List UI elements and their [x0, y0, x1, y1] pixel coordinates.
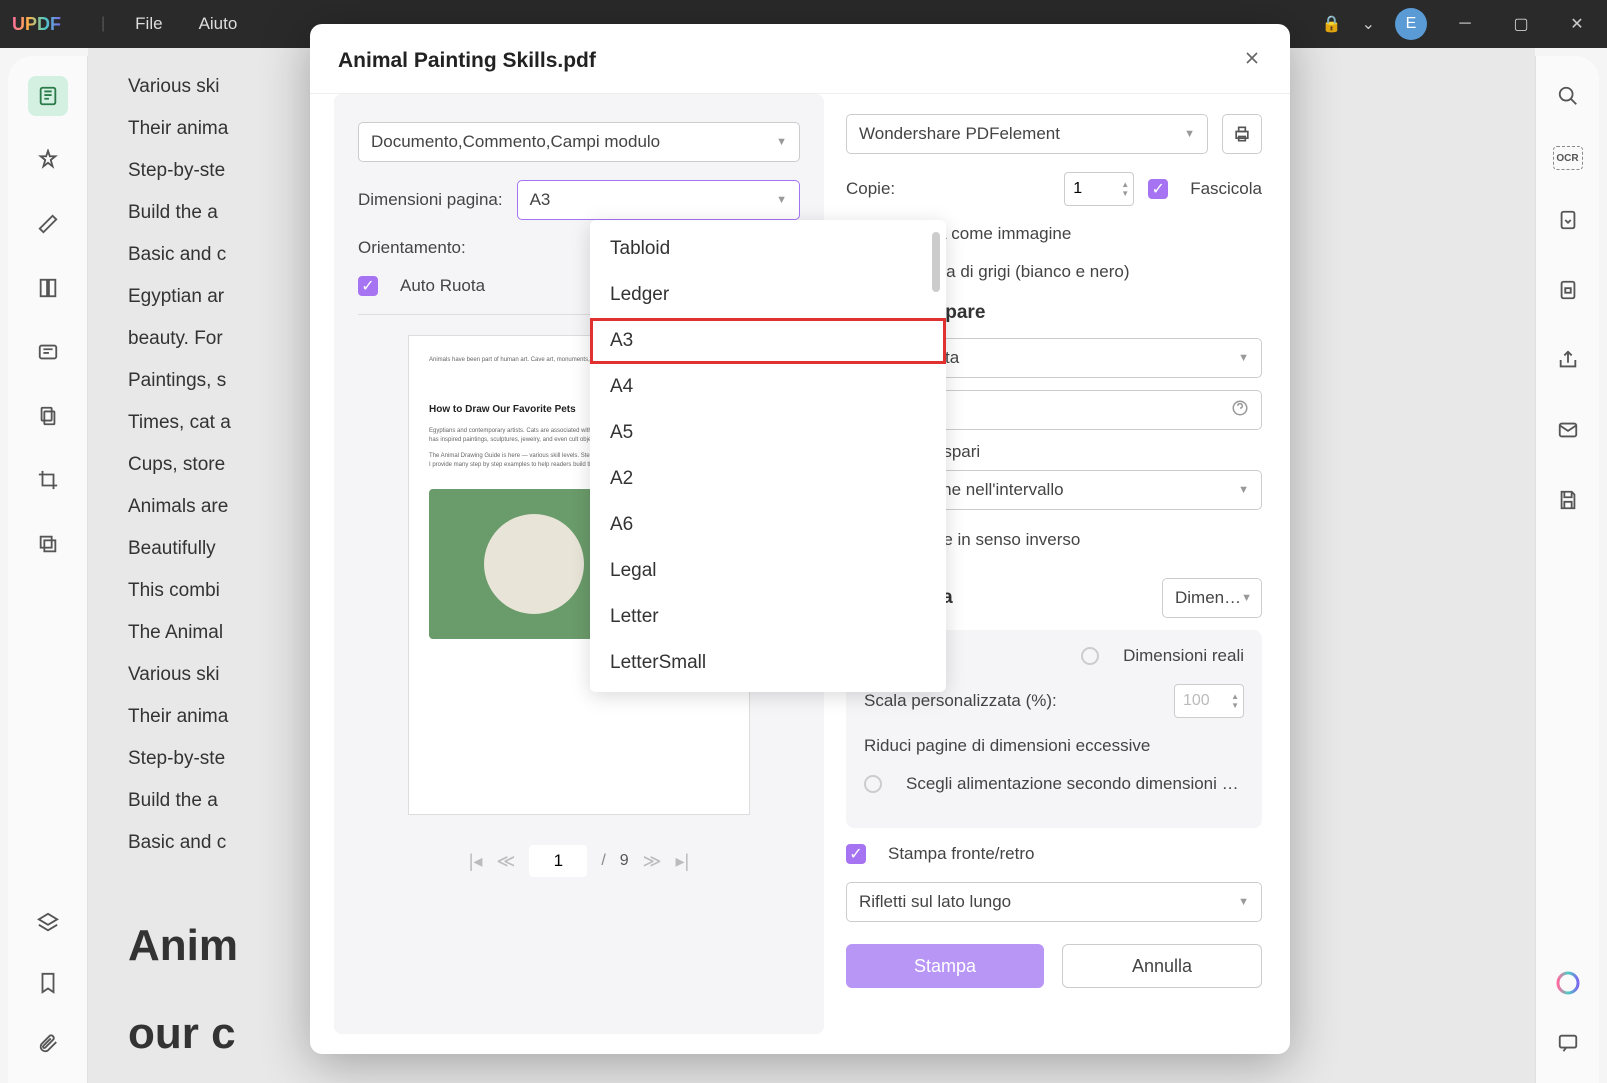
help-icon[interactable]	[1231, 399, 1249, 422]
copies-stepper[interactable]: 1 ▲▼	[1064, 172, 1134, 206]
dropdown-item-ledger[interactable]: Ledger	[590, 272, 946, 318]
sizing-mode-select[interactable]: Dimen…▼	[1162, 578, 1262, 618]
pager-prev-button[interactable]: ≪	[496, 851, 515, 872]
chevron-down-icon: ▼	[1241, 592, 1252, 604]
chevron-down-icon: ▼	[776, 136, 787, 148]
shrink-label: Riduci pagine di dimensioni eccessive	[864, 736, 1150, 756]
pager-last-button[interactable]: ▸|	[676, 851, 690, 872]
preview-pager: |◂ ≪ 1 / 9 ≫ ▸|	[358, 845, 800, 877]
chevron-down-icon: ▼	[1238, 484, 1249, 496]
chevron-down-icon: ▼	[1238, 896, 1249, 908]
dialog-close-button[interactable]	[1242, 48, 1262, 73]
chevron-down-icon: ▼	[1238, 352, 1249, 364]
print-dialog: Animal Painting Skills.pdf Documento,Com…	[310, 24, 1290, 1054]
auto-rotate-checkbox[interactable]: ✓	[358, 276, 378, 296]
dropdown-item-tabloid[interactable]: Tabloid	[590, 226, 946, 272]
print-dialog-backdrop: Animal Painting Skills.pdf Documento,Com…	[0, 0, 1607, 1083]
duplex-checkbox[interactable]: ✓	[846, 844, 866, 864]
dropdown-item-a4[interactable]: A4	[590, 364, 946, 410]
actual-size-radio[interactable]	[1081, 647, 1099, 665]
dropdown-item-lettersmall[interactable]: LetterSmall	[590, 640, 946, 686]
chevron-down-icon: ▼	[1184, 128, 1195, 140]
pager-next-button[interactable]: ≫	[643, 851, 662, 872]
pager-current[interactable]: 1	[529, 845, 587, 877]
duplex-label: Stampa fronte/retro	[888, 844, 1034, 864]
dropdown-item-legal[interactable]: Legal	[590, 548, 946, 594]
dropdown-item-a2[interactable]: A2	[590, 456, 946, 502]
printer-settings-button[interactable]	[1222, 114, 1262, 154]
custom-scale-label: Scala personalizzata (%):	[864, 691, 1160, 711]
printer-select[interactable]: Wondershare PDFelement▼	[846, 114, 1208, 154]
page-size-select[interactable]: A3▼	[517, 180, 800, 220]
collate-checkbox[interactable]: ✓	[1148, 179, 1168, 199]
dropdown-item-a3[interactable]: A3	[590, 318, 946, 364]
page-size-dropdown: TabloidLedgerA3A4A5A2A6LegalLetterLetter…	[590, 220, 946, 692]
collate-label: Fascicola	[1190, 179, 1262, 199]
dialog-header: Animal Painting Skills.pdf	[310, 24, 1290, 94]
auto-rotate-label: Auto Ruota	[400, 276, 485, 296]
dropdown-item-letter[interactable]: Letter	[590, 594, 946, 640]
dropdown-scrollbar[interactable]	[932, 232, 940, 292]
chevron-down-icon: ▼	[776, 194, 787, 206]
actual-size-label: Dimensioni reali	[1123, 646, 1244, 666]
pager-first-button[interactable]: |◂	[469, 851, 483, 872]
custom-scale-stepper[interactable]: 100 ▲▼	[1174, 684, 1244, 718]
copies-label: Copie:	[846, 179, 1050, 199]
print-button[interactable]: Stampa	[846, 944, 1044, 988]
orientation-label: Orientamento:	[358, 238, 488, 258]
flip-select[interactable]: Rifletti sul lato lungo▼	[846, 882, 1262, 922]
cancel-button[interactable]: Annulla	[1062, 944, 1262, 988]
paper-source-radio[interactable]	[864, 775, 882, 793]
page-size-label: Dimensioni pagina:	[358, 190, 503, 210]
dropdown-item-a6[interactable]: A6	[590, 502, 946, 548]
dropdown-item-a5[interactable]: A5	[590, 410, 946, 456]
content-select[interactable]: Documento,Commento,Campi modulo▼	[358, 122, 800, 162]
dialog-title: Animal Painting Skills.pdf	[338, 49, 596, 73]
paper-source-label: Scegli alimentazione secondo dimensioni …	[906, 774, 1239, 794]
